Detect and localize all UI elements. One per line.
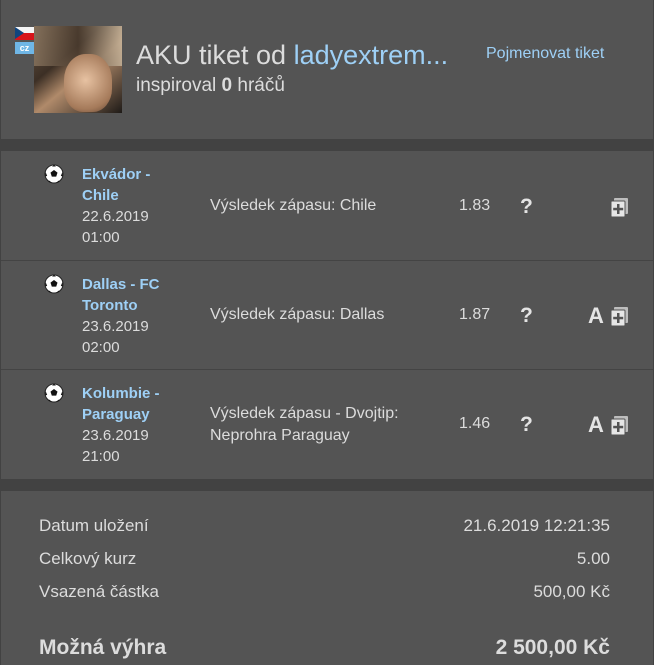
- match-datetime: 23.6.2019 21:00: [82, 427, 149, 465]
- saved-date-row: Datum uložení 21.6.2019 12:21:35: [39, 516, 610, 535]
- ticket-header: cz AKU tiket od ladyextrem... inspiroval…: [1, 0, 653, 139]
- czech-flag-icon: [15, 27, 34, 40]
- match-teams-link[interactable]: Ekvádor - Chile: [82, 164, 172, 206]
- add-to-ticket-icon[interactable]: [611, 416, 628, 435]
- soccer-ball-icon: [44, 164, 64, 184]
- username-link[interactable]: ladyextrem...: [294, 40, 449, 70]
- match-row: Ekvádor - Chile 22.6.2019 01:00 Výsledek z…: [1, 151, 653, 260]
- inspired-count: inspiroval 0 hráčů: [136, 75, 285, 96]
- add-to-ticket-icon[interactable]: [611, 307, 628, 326]
- match-datetime: 22.6.2019 01:00: [82, 208, 149, 246]
- possible-win-row: Možná výhra 2 500,00 Kč: [39, 636, 610, 659]
- bet-type: Výsledek zápasu: Dallas: [210, 306, 385, 323]
- add-to-ticket-icon[interactable]: [611, 198, 628, 217]
- a-badge-icon[interactable]: A: [588, 413, 604, 437]
- match-odds: 1.87: [459, 306, 491, 323]
- match-teams-link[interactable]: Kolumbie - Paraguay: [82, 383, 172, 425]
- a-badge-icon[interactable]: A: [588, 304, 604, 328]
- rename-ticket-link[interactable]: Pojmenovat tiket: [486, 45, 604, 63]
- match-odds: 1.83: [459, 197, 491, 214]
- match-datetime: 23.6.2019 02:00: [82, 318, 149, 356]
- soccer-ball-icon: [44, 274, 64, 294]
- total-odds-row: Celkový kurz 5.00: [39, 549, 610, 568]
- match-row: Dallas - FC Toronto 23.6.2019 02:00 Výsled…: [1, 260, 653, 370]
- soccer-ball-icon: [44, 383, 64, 403]
- bet-type: Výsledek zápasu: Chile: [210, 197, 377, 214]
- ticket-summary: Datum uložení 21.6.2019 12:21:35 Celkový …: [1, 491, 653, 665]
- match-teams-link[interactable]: Dallas - FC Toronto: [82, 274, 172, 316]
- match-row: Kolumbie - Paraguay 23.6.2019 21:00 Výsled…: [1, 369, 653, 479]
- match-list: Ekvádor - Chile 22.6.2019 01:00 Výsledek z…: [1, 151, 653, 479]
- match-odds: 1.46: [459, 415, 491, 432]
- bet-type: Výsledek zápasu - Dvojtip: Neprohra Parag…: [210, 405, 399, 444]
- language-badge: cz: [15, 42, 34, 54]
- ticket-title: AKU tiket od ladyextrem...: [136, 40, 449, 70]
- stake-row: Vsazená částka 500,00 Kč: [39, 582, 610, 601]
- question-mark-icon[interactable]: ?: [520, 304, 533, 328]
- question-mark-icon[interactable]: ?: [520, 413, 533, 437]
- question-mark-icon[interactable]: ?: [520, 195, 533, 219]
- avatar[interactable]: [34, 26, 122, 113]
